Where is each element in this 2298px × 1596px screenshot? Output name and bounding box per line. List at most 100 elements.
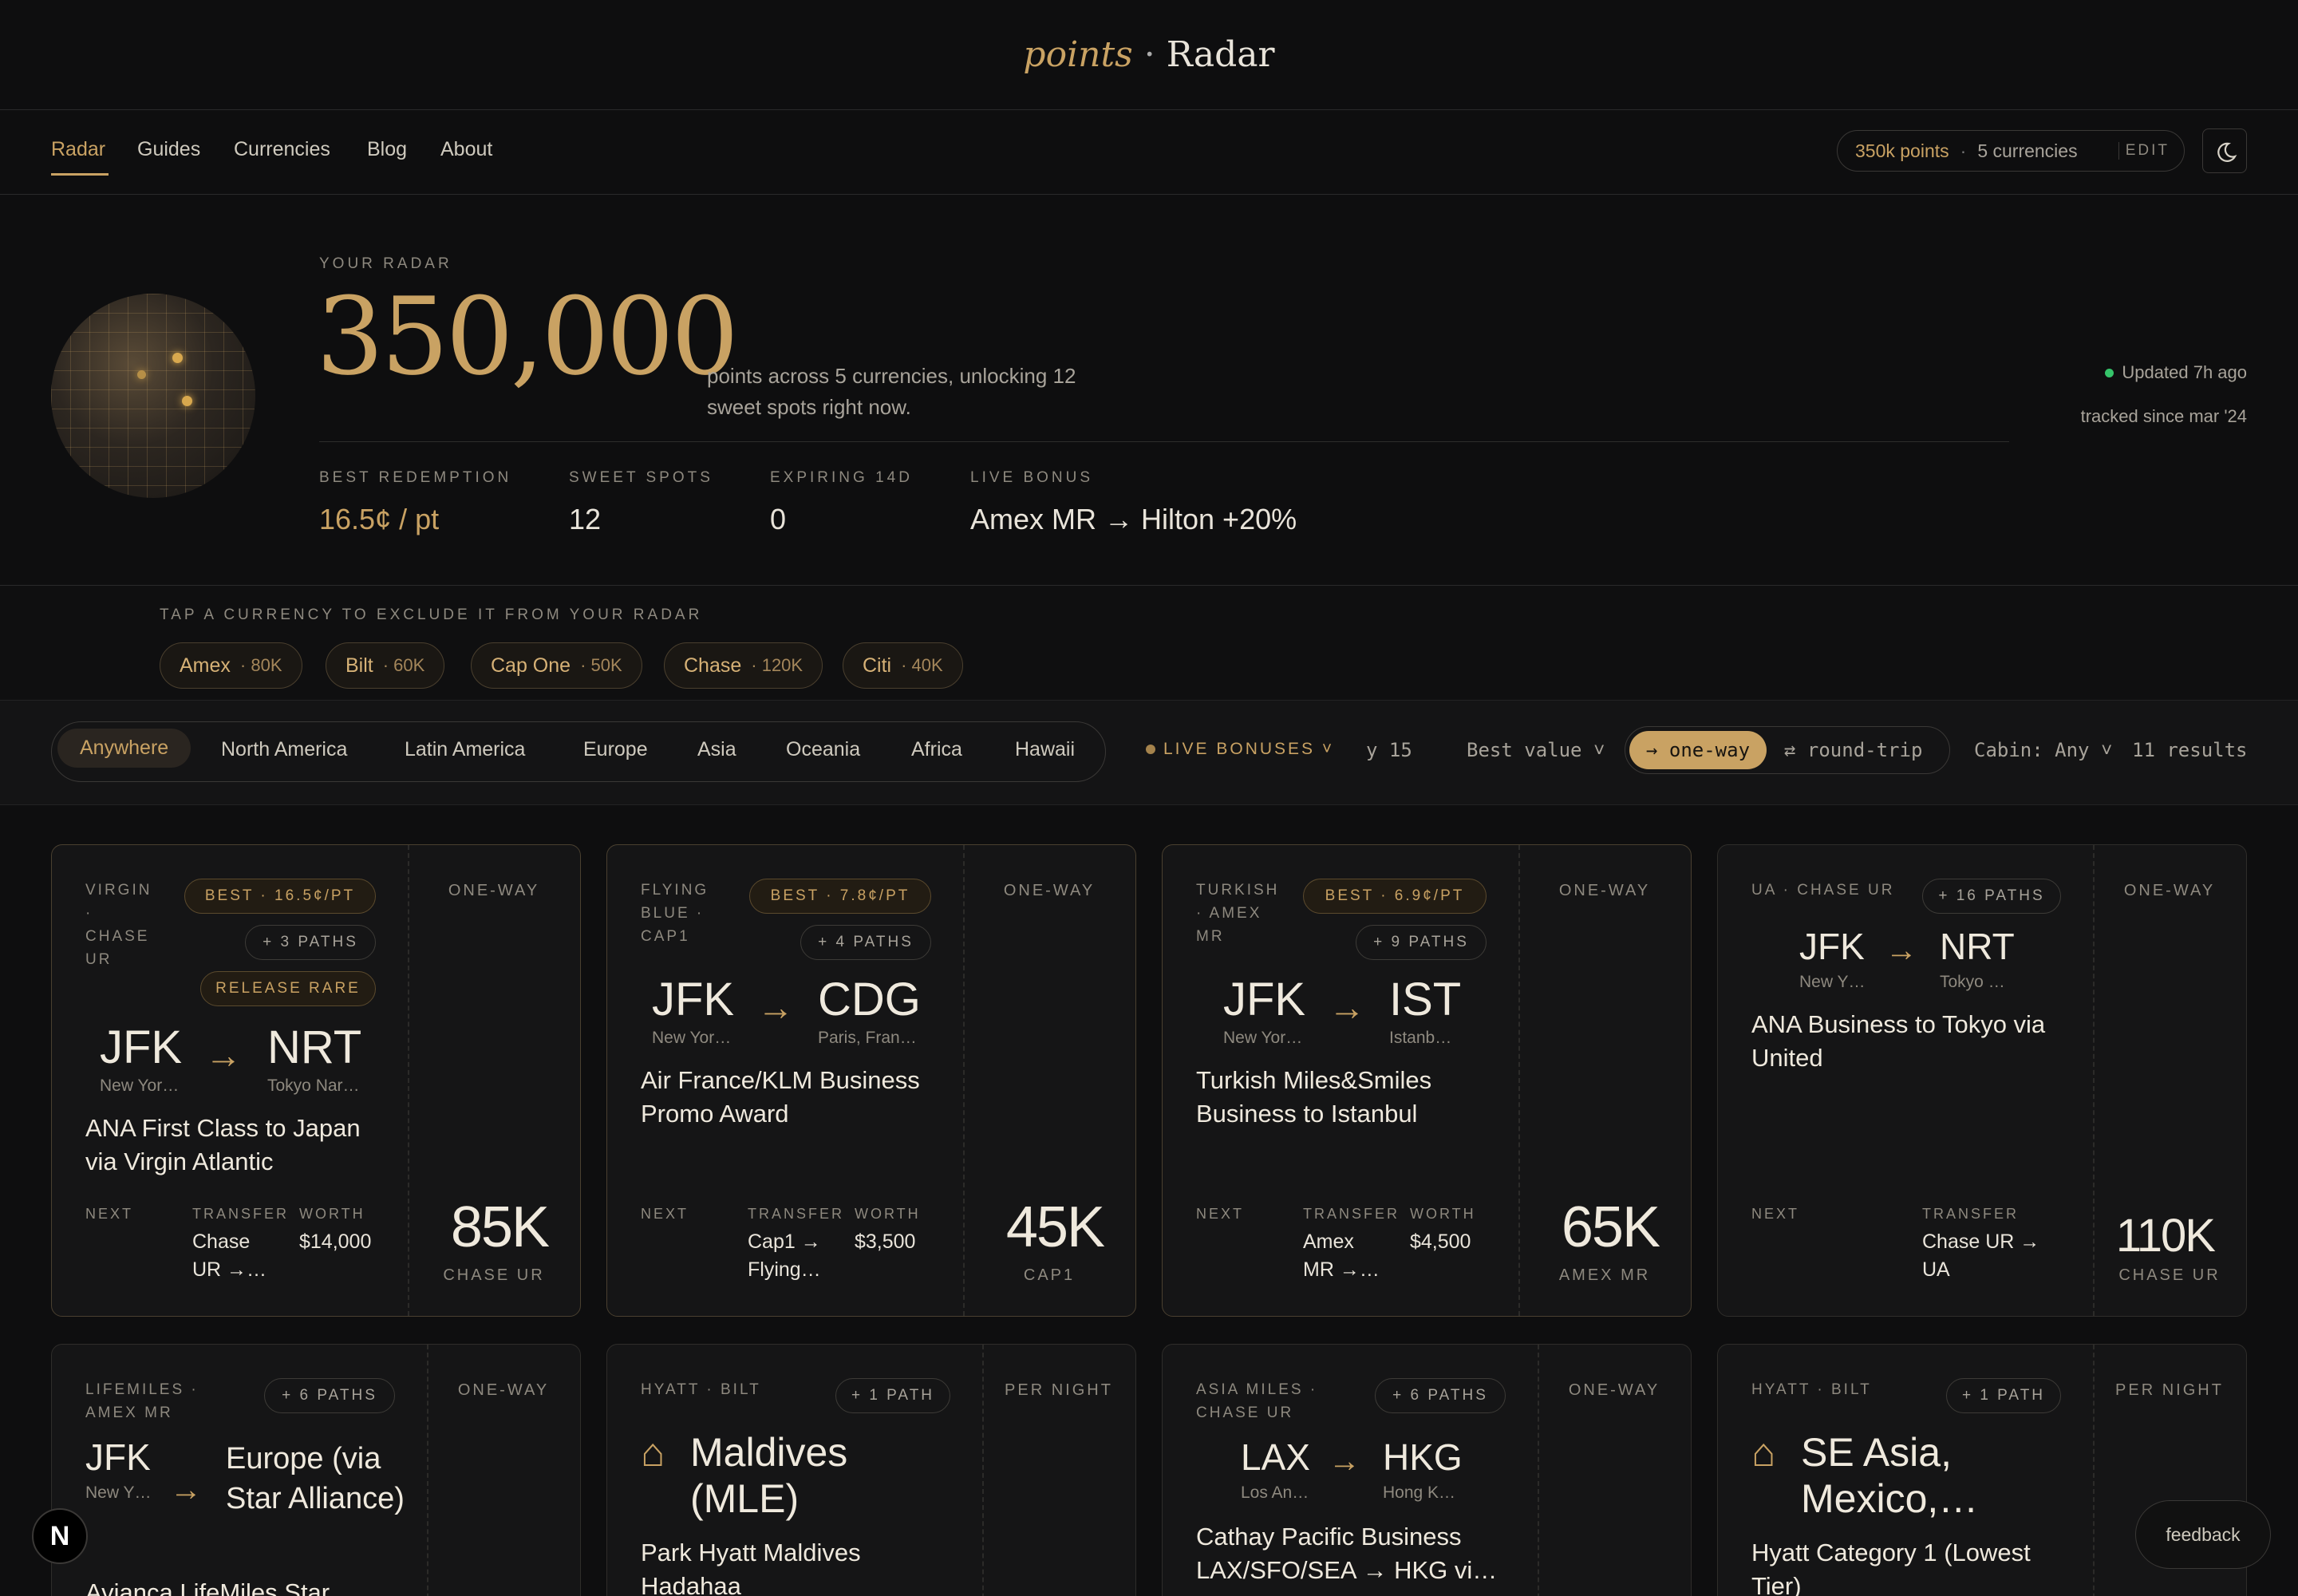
- destination-code: IST: [1389, 974, 1462, 1025]
- paths-badge[interactable]: + 9 PATHS: [1356, 925, 1487, 960]
- deal-card[interactable]: TURKISH · AMEX MR BEST · 6.9¢/PT + 9 PAT…: [1162, 844, 1692, 1317]
- fare-type: ONE-WAY: [1568, 1381, 1660, 1399]
- card-program: HYATT · BILT: [641, 1381, 761, 1398]
- destination-city: Paris, Fran…: [818, 1029, 917, 1047]
- deal-card[interactable]: FLYING BLUE · CAP1 BEST · 7.8¢/PT + 4 PA…: [606, 844, 1136, 1317]
- points-price: 45K: [1005, 1195, 1105, 1259]
- origin-code: JFK: [1799, 926, 1865, 967]
- brand-name: Radar: [1166, 34, 1275, 75]
- origin-city: New Y…: [1799, 973, 1866, 991]
- deal-card[interactable]: ASIA MILES · CHASE UR + 6 PATHS LAX Los …: [1162, 1344, 1692, 1596]
- next-label: NEXT: [641, 1206, 689, 1222]
- region-africa[interactable]: Africa: [911, 738, 962, 761]
- sort-dropdown[interactable]: Best value ˅: [1467, 739, 1605, 763]
- next-label: NEXT: [1196, 1206, 1245, 1222]
- paths-badge[interactable]: + 1 PATH: [1946, 1378, 2061, 1413]
- region-north-america[interactable]: North America: [221, 738, 347, 761]
- transfer-label: TRANSFER: [192, 1206, 290, 1222]
- updated-text: Updated 7h ago: [2122, 362, 2247, 382]
- chip-amount: · 80K: [239, 655, 282, 675]
- destination-code: HKG: [1383, 1436, 1463, 1478]
- deal-card[interactable]: HYATT · BILT + 1 PATH ⌂ Maldives (MLE) P…: [606, 1344, 1136, 1596]
- extra-filter[interactable]: y 15: [1366, 739, 1412, 761]
- nav-guides[interactable]: Guides: [137, 138, 200, 161]
- next-label: NEXT: [1751, 1206, 1800, 1222]
- currency-count: 5 currencies: [1977, 140, 2078, 161]
- card-divider: [963, 845, 965, 1316]
- currency-chip-bilt[interactable]: Bilt · 60K: [326, 642, 445, 689]
- destination-city: Tokyo …: [1940, 973, 2005, 991]
- fare-type: PER NIGHT: [2115, 1381, 2224, 1399]
- app-logo-button[interactable]: N: [32, 1508, 88, 1564]
- stat-value: 12: [569, 503, 602, 535]
- worth-label: WORTH: [855, 1206, 921, 1222]
- paths-badge[interactable]: + 4 PATHS: [800, 925, 931, 960]
- paths-badge[interactable]: + 6 PATHS: [1375, 1378, 1506, 1413]
- price-unit: CHASE UR: [443, 1266, 545, 1284]
- cabin-dropdown[interactable]: Cabin: Any ˅: [1974, 739, 2112, 763]
- deal-card[interactable]: VIRGIN · CHASE UR BEST · 16.5¢/PT + 3 PA…: [51, 844, 581, 1317]
- deal-card[interactable]: UA · CHASE UR + 16 PATHS JFK New Y… → NR…: [1717, 844, 2247, 1317]
- points-summary-pill[interactable]: 350k points · 5 currencies EDIT: [1837, 130, 2185, 172]
- origin-city: Los An…: [1241, 1483, 1309, 1502]
- card-divider: [408, 845, 409, 1316]
- currency-chip-chase[interactable]: Chase · 120K: [664, 642, 823, 689]
- stat-live-bonus: LIVE BONUS Amex MR → Hilton +20%: [970, 469, 1297, 536]
- transfer-label: TRANSFER: [748, 1206, 845, 1222]
- region-oceania[interactable]: Oceania: [786, 738, 860, 761]
- deal-card[interactable]: LIFEMILES · AMEX MR + 6 PATHS JFK New Y……: [51, 1344, 581, 1596]
- card-title: Hyatt Category 1 (Lowest Tier): [1751, 1539, 2031, 1596]
- edit-button[interactable]: EDIT: [2118, 142, 2170, 160]
- card-title: Avianca LifeMiles Star: [85, 1578, 330, 1596]
- your-radar-label: YOUR RADAR: [319, 255, 452, 272]
- radar-globe: [51, 294, 255, 498]
- nav-currencies[interactable]: Currencies: [234, 138, 330, 161]
- chip-name: Chase: [684, 654, 742, 677]
- arrow-right-icon: →: [170, 1472, 202, 1507]
- paths-badge[interactable]: + 16 PATHS: [1922, 879, 2061, 914]
- worth-value: $14,000: [299, 1231, 372, 1253]
- best-badge: BEST · 7.8¢/PT: [749, 879, 931, 914]
- theme-toggle-button[interactable]: [2202, 128, 2247, 173]
- region-hawaii[interactable]: Hawaii: [1015, 738, 1075, 761]
- arrow-right-icon: →: [1885, 933, 1917, 968]
- globe-point: [172, 353, 183, 363]
- best-badge: BEST · 6.9¢/PT: [1303, 879, 1487, 914]
- globe-grid: [51, 294, 255, 498]
- currency-chip-cap-one[interactable]: Cap One · 50K: [471, 642, 642, 689]
- arrow-right-icon: →: [1329, 1444, 1360, 1479]
- region-europe[interactable]: Europe: [583, 738, 648, 761]
- currency-chip-amex[interactable]: Amex · 80K: [160, 642, 302, 689]
- nav-blog[interactable]: Blog: [367, 138, 407, 161]
- round-trip-option[interactable]: ⇄ round-trip: [1784, 739, 1922, 761]
- card-title: Turkish Miles&Smiles Business to Istanbu…: [1196, 1066, 1432, 1128]
- region-anywhere[interactable]: Anywhere: [57, 729, 192, 768]
- origin-code: JFK: [1223, 974, 1306, 1025]
- live-status-dot: [2105, 368, 2114, 377]
- brand-accent: points: [1023, 34, 1133, 75]
- paths-badge[interactable]: + 1 PATH: [835, 1378, 950, 1413]
- card-program: VIRGIN · CHASE UR: [85, 882, 152, 968]
- live-dot: [1146, 745, 1155, 754]
- stat-label: BEST REDEMPTION: [319, 469, 512, 486]
- brand-header: points · Radar: [0, 0, 2298, 110]
- card-title: ANA First Class to Japan via Virgin Atla…: [85, 1114, 361, 1175]
- live-bonuses-filter[interactable]: LIVE BONUSES ˅: [1146, 740, 1334, 759]
- tracked-since: tracked since mar '24: [2080, 406, 2247, 426]
- nav-radar[interactable]: Radar: [51, 138, 105, 161]
- feedback-button[interactable]: feedback: [2135, 1500, 2271, 1569]
- paths-badge[interactable]: + 3 PATHS: [245, 925, 376, 960]
- card-program: UA · CHASE UR: [1751, 882, 1895, 899]
- stat-label: LIVE BONUS: [970, 469, 1094, 486]
- region-asia[interactable]: Asia: [697, 738, 736, 761]
- nav-about[interactable]: About: [440, 138, 492, 161]
- card-title: ANA Business to Tokyo via United: [1751, 1010, 2046, 1072]
- card-program: HYATT · BILT: [1751, 1381, 1872, 1398]
- currency-chip-citi[interactable]: Citi · 40K: [843, 642, 963, 689]
- region-latin-america[interactable]: Latin America: [405, 738, 525, 761]
- paths-badge[interactable]: + 6 PATHS: [264, 1378, 395, 1413]
- nav-active-underline: [51, 173, 109, 176]
- origin-code: LAX: [1241, 1436, 1310, 1478]
- one-way-option[interactable]: → one-way: [1629, 731, 1767, 769]
- destination-name: SE Asia, Mexico,…: [1801, 1430, 1979, 1521]
